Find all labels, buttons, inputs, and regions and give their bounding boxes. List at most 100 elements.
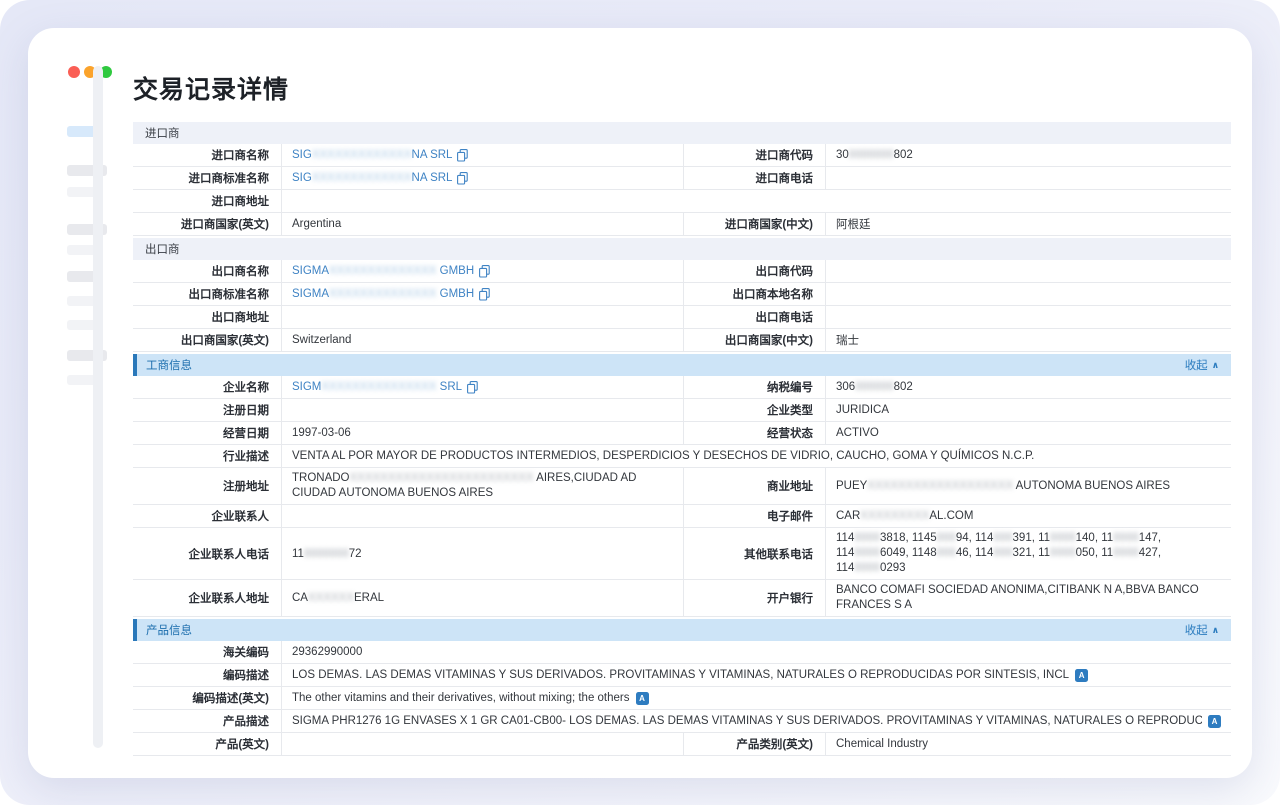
importer-country-cn-label: 进口商国家(中文) <box>683 213 825 235</box>
product-category-en-label: 产品类别(英文) <box>683 733 825 755</box>
importer-code-label: 进口商代码 <box>683 144 825 166</box>
translate-icon[interactable]: A <box>1208 715 1221 728</box>
hs-code-label: 海关编码 <box>133 641 281 663</box>
code-desc-en-label: 编码描述(英文) <box>133 687 281 709</box>
table-row: 进口商标准名称 SIGXXXXXXXXXXXXXNA SRL 进口商电话 <box>133 167 1231 190</box>
importer-phone-label: 进口商电话 <box>683 167 825 189</box>
importer-name-link[interactable]: SIGXXXXXXXXXXXXXNA SRL <box>292 149 468 162</box>
company-type-value: JURIDICA <box>825 399 1231 421</box>
tax-number-label: 纳税编号 <box>683 376 825 398</box>
table-row: 注册地址 TRONADOXXXXXXXXXXXXXXXXXXXXXXXX AIR… <box>133 468 1231 505</box>
chevron-up-icon: ∧ <box>1212 625 1219 636</box>
importer-code-value: 308888888802 <box>825 144 1231 166</box>
other-phones-value: 11488883818, 114588894, 114888391, 11888… <box>825 528 1231 579</box>
importer-country-en-value: Argentina <box>281 213 683 235</box>
browser-window: 交易记录详情 进口商 进口商名称 SIGXXXXXXXXXXXXXNA SRL … <box>28 28 1252 778</box>
contact-person-value <box>281 505 683 527</box>
collapse-business-button[interactable]: 收起 ∧ <box>1185 357 1219 373</box>
exporter-local-name-label: 出口商本地名称 <box>683 283 825 305</box>
exporter-name-label: 出口商名称 <box>133 260 281 282</box>
translate-icon[interactable]: A <box>636 692 649 705</box>
business-address-label: 商业地址 <box>683 468 825 504</box>
table-row: 行业描述 VENTA AL POR MAYOR DE PRODUCTOS INT… <box>133 445 1231 468</box>
operate-status-label: 经营状态 <box>683 422 825 444</box>
table-row: 注册日期 企业类型 JURIDICA <box>133 399 1231 422</box>
contact-address-label: 企业联系人地址 <box>133 580 281 616</box>
table-row: 企业联系人 电子邮件 CARXXXXXXXXXAL.COM <box>133 505 1231 528</box>
section-title: 工商信息 <box>146 357 192 373</box>
exporter-local-name-value <box>825 283 1231 305</box>
section-header-business: 工商信息 收起 ∧ <box>133 354 1231 376</box>
collapse-product-button[interactable]: 收起 ∧ <box>1185 622 1219 638</box>
exporter-std-name-label: 出口商标准名称 <box>133 283 281 305</box>
product-desc-label: 产品描述 <box>133 710 281 732</box>
chevron-up-icon: ∧ <box>1212 360 1219 371</box>
exporter-std-name-link[interactable]: SIGMAXXXXXXXXXXXXXX GMBH <box>292 288 490 301</box>
tax-number-value: 306888888802 <box>825 376 1231 398</box>
other-phones-label: 其他联系电话 <box>683 528 825 579</box>
exporter-code-value <box>825 260 1231 282</box>
importer-std-name-link[interactable]: SIGXXXXXXXXXXXXXNA SRL <box>292 172 468 185</box>
page-background: 交易记录详情 进口商 进口商名称 SIGXXXXXXXXXXXXXNA SRL … <box>0 0 1280 805</box>
section-header-exporter: 出口商 <box>133 238 1231 260</box>
close-button[interactable] <box>68 66 80 78</box>
company-type-label: 企业类型 <box>683 399 825 421</box>
section-header-product: 产品信息 收起 ∧ <box>133 619 1231 641</box>
company-name-link[interactable]: SIGMXXXXXXXXXXXXXXX SRL <box>292 381 478 394</box>
table-row: 出口商国家(英文) Switzerland 出口商国家(中文) 瑞士 <box>133 329 1231 352</box>
contact-phone-label: 企业联系人电话 <box>133 528 281 579</box>
exporter-address-value <box>281 306 683 328</box>
operate-date-label: 经营日期 <box>133 422 281 444</box>
section-header-importer: 进口商 <box>133 122 1231 144</box>
table-row: 编码描述 LOS DEMAS. LAS DEMAS VITAMINAS Y SU… <box>133 664 1231 687</box>
table-row: 海关编码 29362990000 <box>133 641 1231 664</box>
importer-country-en-label: 进口商国家(英文) <box>133 213 281 235</box>
detail-table: 进口商 进口商名称 SIGXXXXXXXXXXXXXNA SRL 进口商代码 3… <box>133 122 1231 756</box>
register-date-value <box>281 399 683 421</box>
copy-icon[interactable] <box>457 149 468 162</box>
email-label: 电子邮件 <box>683 505 825 527</box>
copy-icon[interactable] <box>467 381 478 394</box>
table-row: 进口商名称 SIGXXXXXXXXXXXXXNA SRL 进口商代码 30888… <box>133 144 1231 167</box>
copy-icon[interactable] <box>479 265 490 278</box>
copy-icon[interactable] <box>457 172 468 185</box>
contact-phone-value: 11888888872 <box>281 528 683 579</box>
exporter-address-label: 出口商地址 <box>133 306 281 328</box>
exporter-country-en-label: 出口商国家(英文) <box>133 329 281 351</box>
table-row: 进口商国家(英文) Argentina 进口商国家(中文) 阿根廷 <box>133 213 1231 236</box>
product-en-label: 产品(英文) <box>133 733 281 755</box>
section-title: 出口商 <box>145 241 180 257</box>
industry-desc-value: VENTA AL POR MAYOR DE PRODUCTOS INTERMED… <box>281 445 1231 467</box>
table-row: 产品(英文) 产品类别(英文) Chemical Industry <box>133 733 1231 756</box>
industry-desc-label: 行业描述 <box>133 445 281 467</box>
importer-address-label: 进口商地址 <box>133 190 281 212</box>
scrollbar-track[interactable] <box>93 66 103 748</box>
exporter-phone-value <box>825 306 1231 328</box>
company-name-label: 企业名称 <box>133 376 281 398</box>
register-date-label: 注册日期 <box>133 399 281 421</box>
importer-std-name-label: 进口商标准名称 <box>133 167 281 189</box>
table-row: 企业名称 SIGMXXXXXXXXXXXXXXX SRL 纳税编号 306888… <box>133 376 1231 399</box>
table-row: 企业联系人电话 11888888872 其他联系电话 11488883818, … <box>133 528 1231 580</box>
importer-country-cn-value: 阿根廷 <box>825 213 1231 235</box>
importer-address-value <box>281 190 1231 212</box>
code-desc-label: 编码描述 <box>133 664 281 686</box>
table-row: 产品描述 SIGMA PHR1276 1G ENVASES X 1 GR CA0… <box>133 710 1231 733</box>
register-address-value: TRONADOXXXXXXXXXXXXXXXXXXXXXXXX AIRES,CI… <box>281 468 683 504</box>
exporter-country-cn-label: 出口商国家(中文) <box>683 329 825 351</box>
table-row: 经营日期 1997-03-06 经营状态 ACTIVO <box>133 422 1231 445</box>
code-desc-value: LOS DEMAS. LAS DEMAS VITAMINAS Y SUS DER… <box>281 664 1231 686</box>
copy-icon[interactable] <box>479 288 490 301</box>
operate-date-value: 1997-03-06 <box>281 422 683 444</box>
translate-icon[interactable]: A <box>1075 669 1088 682</box>
operate-status-value: ACTIVO <box>825 422 1231 444</box>
table-row: 出口商标准名称 SIGMAXXXXXXXXXXXXXX GMBH 出口商本地名称 <box>133 283 1231 306</box>
exporter-name-link[interactable]: SIGMAXXXXXXXXXXXXXX GMBH <box>292 265 490 278</box>
importer-name-label: 进口商名称 <box>133 144 281 166</box>
exporter-phone-label: 出口商电话 <box>683 306 825 328</box>
table-row: 企业联系人地址 CAXXXXXXERAL 开户银行 BANCO COMAFI S… <box>133 580 1231 617</box>
register-address-label: 注册地址 <box>133 468 281 504</box>
hs-code-value: 29362990000 <box>281 641 1231 663</box>
table-row: 出口商名称 SIGMAXXXXXXXXXXXXXX GMBH 出口商代码 <box>133 260 1231 283</box>
product-en-value <box>281 733 683 755</box>
